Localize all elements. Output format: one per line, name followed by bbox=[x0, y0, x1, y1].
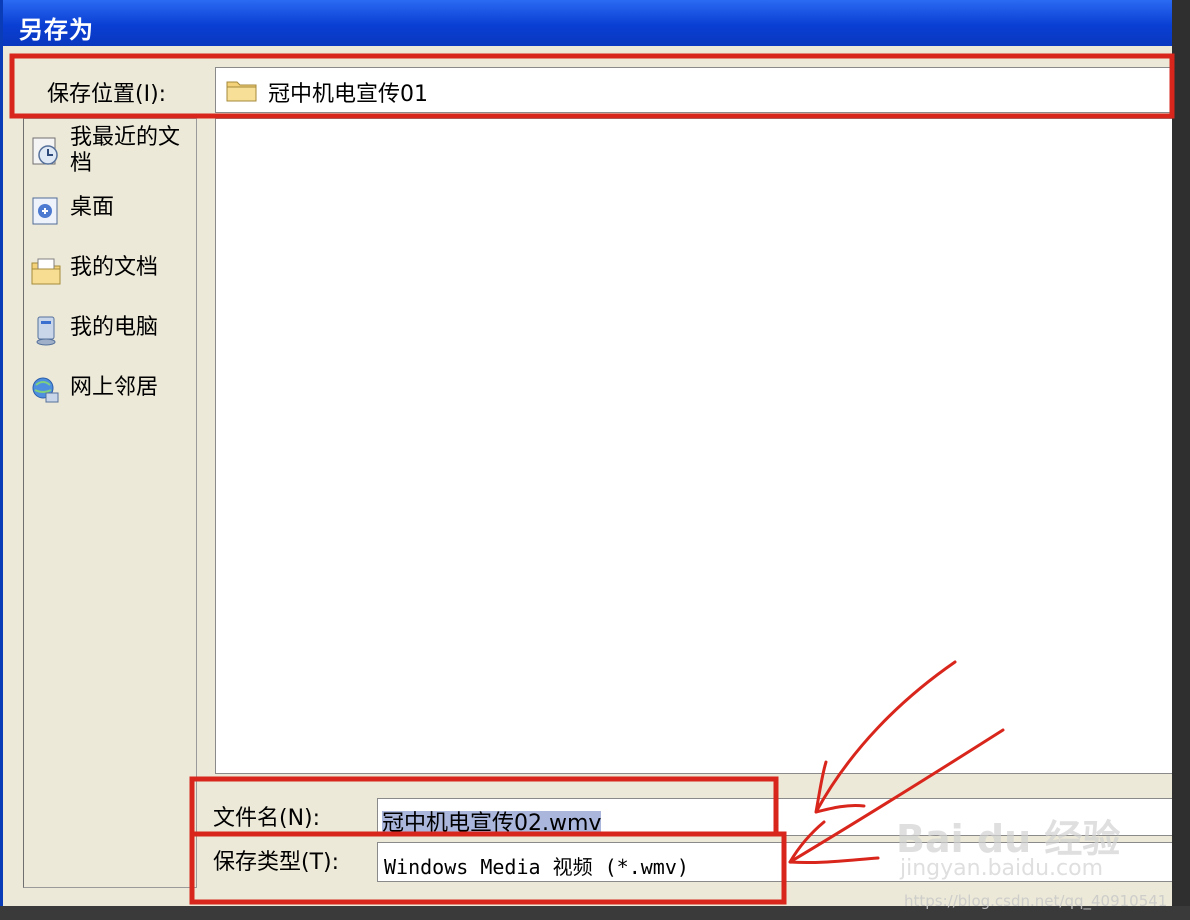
place-label: 网上邻居 bbox=[70, 375, 159, 400]
save-as-dialog: 另存为 保存位置(I): 冠中机电宣传01 我最近的文档 桌面 我的文档 我的电… bbox=[0, 0, 1175, 906]
place-label: 我的电脑 bbox=[70, 315, 159, 340]
background-strip bbox=[1172, 0, 1190, 920]
my-computer-icon bbox=[36, 316, 56, 346]
network-places-icon bbox=[32, 377, 59, 403]
save-location-value: 冠中机电宣传01 bbox=[268, 82, 428, 107]
save-location-dropdown[interactable]: 冠中机电宣传01 bbox=[215, 67, 1175, 113]
filetype-value: Windows Media 视频 (*.wmv) bbox=[384, 855, 689, 879]
window-title: 另存为 bbox=[19, 16, 94, 44]
desktop-icon bbox=[32, 197, 58, 225]
place-label: 桌面 bbox=[70, 195, 115, 220]
watermark-url: https://blog.csdn.net/qq_40910541 bbox=[904, 892, 1168, 910]
my-documents-icon bbox=[31, 258, 61, 285]
file-list[interactable] bbox=[215, 118, 1175, 774]
watermark-domain: jingyan.baidu.com bbox=[900, 856, 1104, 881]
filename-value: 冠中机电宣传02.wmv bbox=[382, 811, 602, 836]
watermark-brand: Bai du 经验 bbox=[896, 817, 1121, 861]
recent-documents-icon bbox=[32, 137, 58, 165]
filename-label: 文件名(N): bbox=[213, 806, 321, 831]
folder-icon bbox=[226, 81, 257, 102]
places-bar: 我最近的文档 桌面 我的文档 我的电脑 网上邻居 bbox=[23, 118, 197, 888]
filetype-label: 保存类型(T): bbox=[213, 850, 340, 875]
place-label: 我的文档 bbox=[70, 255, 159, 280]
title-bar[interactable]: 另存为 bbox=[3, 0, 1175, 46]
place-label: 我最近的文档 bbox=[70, 125, 181, 176]
save-location-label: 保存位置(I): bbox=[47, 82, 167, 107]
